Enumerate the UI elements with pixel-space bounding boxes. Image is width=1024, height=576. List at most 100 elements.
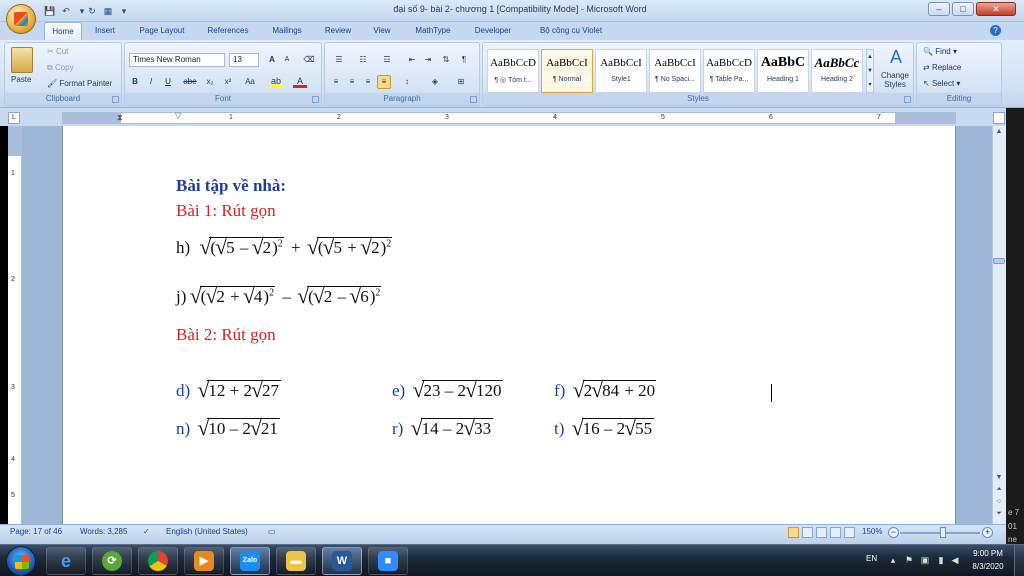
language-indicator[interactable]: EN — [866, 554, 877, 563]
tab-violet[interactable]: Bộ công cụ Violet — [526, 22, 616, 40]
change-case-button[interactable]: Aa — [241, 75, 259, 89]
macro-record-icon[interactable]: ▭ — [268, 527, 276, 536]
replace-button[interactable]: ⇄ Replace — [923, 63, 961, 72]
explorer-icon[interactable]: ▬ — [276, 547, 316, 575]
web-layout-view-icon[interactable] — [816, 527, 827, 538]
show-hidden-icons-icon[interactable]: ▴ — [888, 555, 898, 565]
start-button[interactable] — [6, 546, 36, 576]
battery-icon[interactable]: ▮ — [936, 555, 946, 565]
paste-button[interactable]: Paste — [11, 75, 31, 84]
align-right-icon[interactable]: ≡ — [361, 75, 375, 89]
cut-button[interactable]: ✂ Cut — [47, 47, 68, 56]
print-preview-icon[interactable]: ▦ — [102, 5, 114, 17]
tab-home[interactable]: Home — [44, 22, 82, 40]
show-desktop-button[interactable] — [1014, 545, 1024, 576]
copy-button[interactable]: ⧉ Copy — [47, 63, 74, 73]
font-launcher-icon[interactable] — [312, 96, 319, 103]
vertical-ruler[interactable]: 1 2 3 4 5 — [8, 126, 22, 524]
volume-icon[interactable]: ◀ — [950, 555, 960, 565]
vertical-scrollbar[interactable]: ▲ ▼ ⏶ ○ ⏷ — [992, 126, 1006, 524]
tab-insert[interactable]: Insert — [86, 22, 124, 40]
superscript-button[interactable]: x² — [221, 75, 235, 89]
styles-scroll-icon[interactable]: ▲ ▼ ▾ — [866, 49, 874, 93]
zoom-level[interactable]: 150% — [862, 527, 882, 536]
paste-icon[interactable] — [11, 47, 33, 73]
page-counter[interactable]: Page: 17 of 46 — [10, 527, 62, 536]
ie-icon[interactable]: e — [46, 547, 86, 575]
show-marks-button[interactable]: ¶ — [457, 53, 471, 67]
word-icon[interactable]: W — [322, 547, 362, 575]
scroll-down-icon[interactable]: ▼ — [993, 472, 1005, 484]
style-no-spacing[interactable]: AaBbCcI ¶ No Spaci... — [649, 49, 701, 93]
prev-page-icon[interactable]: ⏶ — [993, 484, 1005, 496]
tab-developer[interactable]: Developer — [464, 22, 522, 40]
format-painter-button[interactable]: 🖌 Format Painter — [47, 79, 112, 88]
zoom-icon[interactable]: ■ — [368, 547, 408, 575]
font-color-icon[interactable]: A — [293, 76, 307, 88]
subscript-button[interactable]: x₂ — [203, 75, 217, 89]
bullets-icon[interactable]: ☰ — [329, 53, 349, 67]
strikethrough-button[interactable]: abe — [181, 75, 199, 89]
zoom-slider-thumb[interactable] — [940, 527, 946, 538]
justify-icon[interactable]: ≡ — [377, 75, 391, 89]
multilevel-icon[interactable]: ☲ — [377, 53, 397, 67]
zoom-out-icon[interactable]: − — [888, 527, 899, 538]
grow-font-button[interactable]: A — [265, 53, 279, 67]
tab-page-layout[interactable]: Page Layout — [130, 22, 194, 40]
increase-indent-icon[interactable]: ⇥ — [421, 53, 435, 67]
tab-review[interactable]: Review — [316, 22, 360, 40]
redo-icon[interactable]: ↻ — [86, 5, 98, 17]
first-line-indent-icon[interactable]: ▽ — [175, 111, 181, 120]
paragraph-launcher-icon[interactable] — [470, 96, 477, 103]
tab-mailings[interactable]: Mailings — [262, 22, 312, 40]
next-page-icon[interactable]: ⏷ — [993, 508, 1005, 520]
clock-time[interactable]: 9:00 PM — [968, 549, 1008, 558]
office-button[interactable] — [6, 4, 36, 34]
style-normal[interactable]: AaBbCcI ¶ Normal — [541, 49, 593, 93]
underline-button[interactable]: U — [161, 75, 175, 89]
scroll-up-icon[interactable]: ▲ — [993, 126, 1005, 138]
change-styles-icon[interactable]: A — [883, 47, 909, 67]
style-heading-1[interactable]: AaBbC Heading 1 — [757, 49, 809, 93]
view-ruler-icon[interactable] — [993, 112, 1005, 124]
style-heading-2[interactable]: AaBbCc Heading 2 — [811, 49, 863, 93]
tab-view[interactable]: View — [364, 22, 400, 40]
bold-button[interactable]: B — [129, 75, 141, 89]
decrease-indent-icon[interactable]: ⇤ — [405, 53, 419, 67]
zalo-icon[interactable]: Zalo — [230, 547, 270, 575]
align-left-icon[interactable]: ≡ — [329, 75, 343, 89]
scrollbar-thumb[interactable] — [993, 258, 1005, 264]
find-button[interactable]: 🔍 Find ▾ — [923, 47, 957, 56]
minimize-button[interactable]: – — [928, 2, 950, 16]
italic-button[interactable]: I — [145, 75, 157, 89]
tab-mathtype[interactable]: MathType — [406, 22, 460, 40]
numbering-icon[interactable]: ☷ — [353, 53, 373, 67]
tab-references[interactable]: References — [198, 22, 258, 40]
full-screen-view-icon[interactable] — [802, 527, 813, 538]
clear-format-icon[interactable]: ⌫ — [301, 53, 317, 67]
close-button[interactable]: ✕ — [976, 2, 1016, 16]
styles-launcher-icon[interactable] — [904, 96, 911, 103]
indent-marker-icon[interactable]: ⧗ — [117, 113, 123, 123]
maximize-button[interactable]: □ — [952, 2, 974, 16]
highlight-icon[interactable]: ab — [269, 76, 283, 88]
network-icon[interactable]: ▣ — [920, 555, 930, 565]
horizontal-ruler[interactable]: 1 2 3 4 5 6 7 ⧗ ▽ — [62, 111, 956, 124]
sort-icon[interactable]: ⇅ — [439, 53, 453, 67]
line-spacing-icon[interactable]: ↕ — [397, 75, 417, 89]
borders-icon[interactable]: ⊞ — [451, 75, 471, 89]
style-style1[interactable]: AaBbCcI Style1 — [595, 49, 647, 93]
font-size-box[interactable]: 13 — [229, 53, 259, 67]
style-table-paragraph[interactable]: AaBbCcD ¶ Table Pa... — [703, 49, 755, 93]
browse-object-icon[interactable]: ○ — [993, 496, 1005, 508]
media-icon[interactable]: ▶ — [184, 547, 224, 575]
help-icon[interactable]: ? — [990, 25, 1001, 36]
zoom-in-icon[interactable]: + — [982, 527, 993, 538]
style-tom-tat[interactable]: AaBbCcD ¶ ◎ Tóm t... — [487, 49, 539, 93]
font-name-box[interactable]: Times New Roman — [129, 53, 225, 67]
flag-icon[interactable]: ⚑ — [904, 555, 914, 565]
outline-view-icon[interactable] — [830, 527, 841, 538]
shrink-font-button[interactable]: A — [281, 53, 293, 67]
app-icon[interactable]: ⟳ — [92, 547, 132, 575]
print-layout-view-icon[interactable] — [788, 527, 799, 538]
